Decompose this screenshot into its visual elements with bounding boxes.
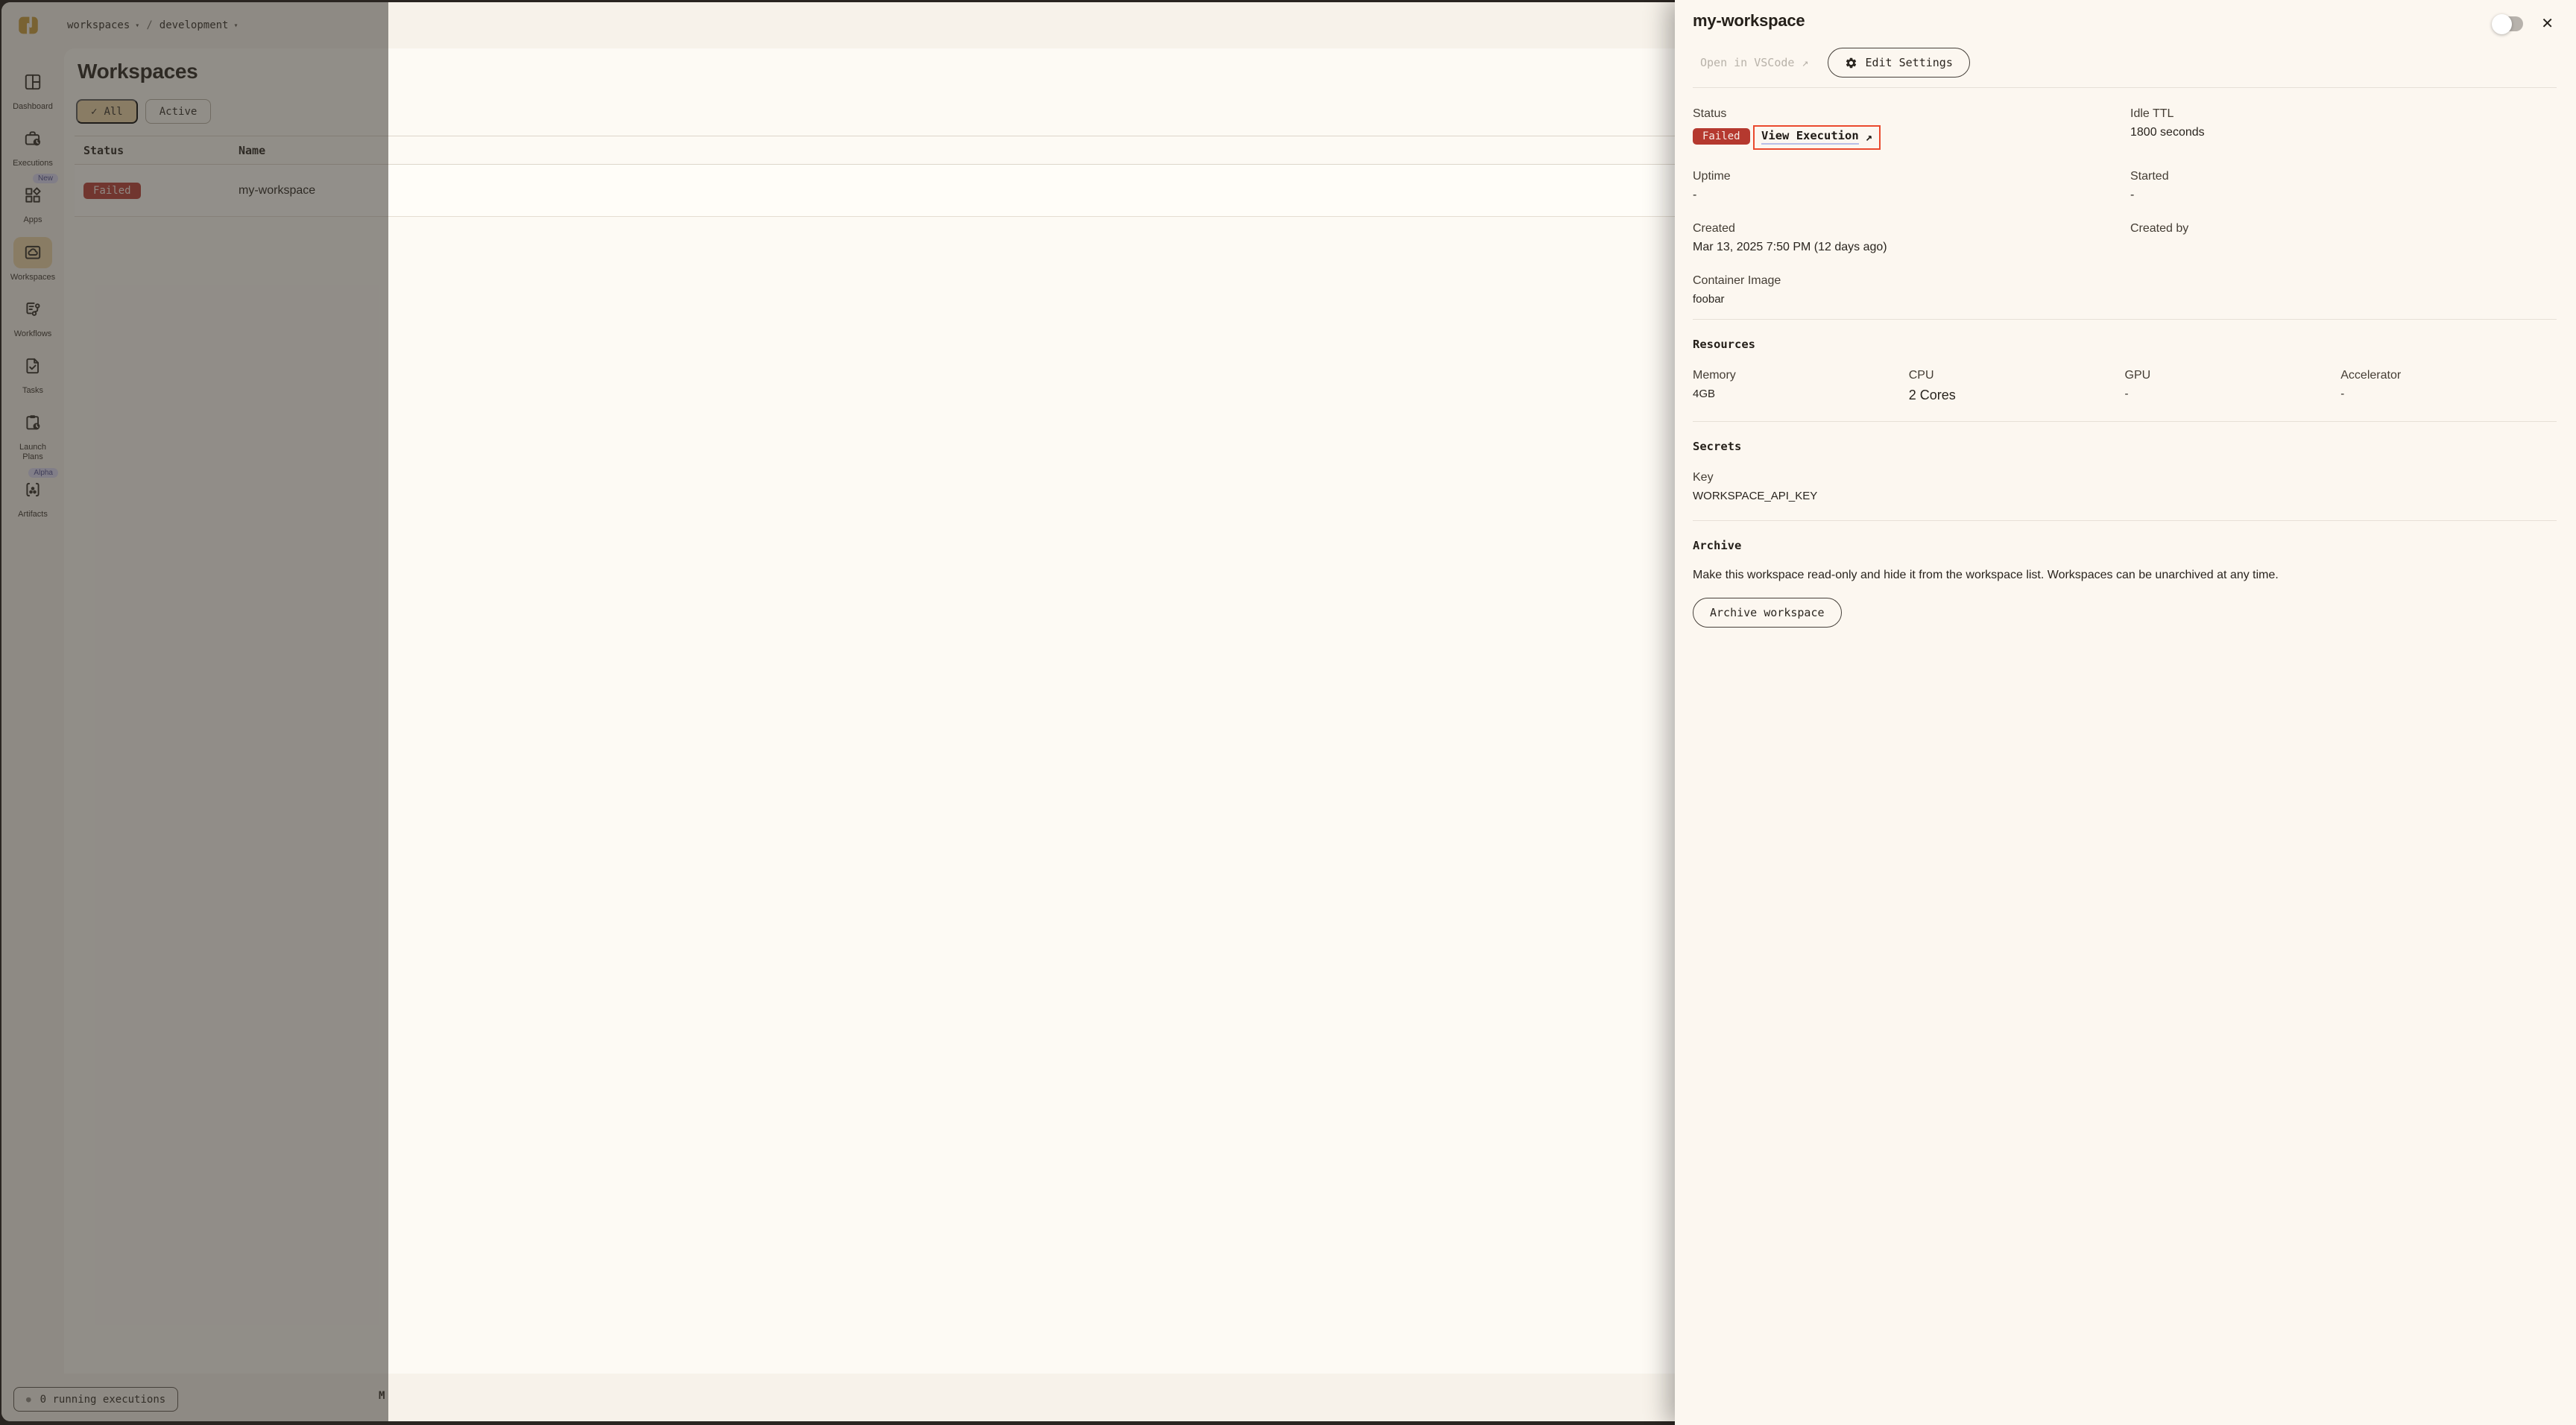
drawer-toggle-switch[interactable] (2495, 16, 2523, 31)
cpu-label: CPU (1909, 369, 2125, 382)
drawer-title: my-workspace (1693, 11, 2557, 31)
toggle-knob (2492, 14, 2512, 34)
created-label: Created (1693, 222, 2130, 236)
archive-workspace-button[interactable]: Archive workspace (1693, 598, 1842, 628)
view-execution-link[interactable]: View Execution ↗ (1761, 129, 1872, 145)
created-by-label: Created by (2130, 222, 2557, 236)
created-value: Mar 13, 2025 7:50 PM (12 days ago) (1693, 241, 2130, 254)
gpu-field: GPU - (2125, 369, 2341, 403)
drawer-header: my-workspace ✕ Open in VSCode ↗ Edit Set… (1693, 0, 2557, 88)
drawer-actions: Open in VSCode ↗ Edit Settings (1693, 48, 2557, 78)
edit-settings-label: Edit Settings (1865, 56, 1952, 69)
container-image-field: Container Image foobar (1693, 274, 2130, 306)
created-field: Created Mar 13, 2025 7:50 PM (12 days ag… (1693, 222, 2130, 254)
container-image-label: Container Image (1693, 274, 2130, 288)
started-label: Started (2130, 170, 2557, 183)
annotation-highlight-box: View Execution ↗ (1753, 125, 1881, 150)
external-link-icon: ↗ (1866, 130, 1872, 144)
status-badge: Failed (1693, 128, 1750, 145)
status-field: Status Failed View Execution ↗ (1693, 107, 2130, 150)
secrets-heading: Secrets (1693, 440, 2557, 453)
view-execution-label: View Execution (1761, 129, 1859, 145)
secret-key-label: Key (1693, 471, 2557, 484)
accelerator-field: Accelerator - (2340, 369, 2557, 403)
container-image-value: foobar (1693, 293, 2130, 306)
memory-value: 4GB (1693, 388, 1909, 400)
drawer-body: Status Failed View Execution ↗ Idle TTL … (1693, 88, 2557, 650)
idle-ttl-label: Idle TTL (2130, 107, 2557, 121)
secret-key-value: WORKSPACE_API_KEY (1693, 490, 2557, 502)
open-in-vscode-label: Open in VSCode (1700, 56, 1794, 69)
cpu-field: CPU 2 Cores (1909, 369, 2125, 403)
modal-dim-overlay[interactable] (1, 2, 388, 1421)
uptime-value: - (1693, 189, 2130, 202)
started-value: - (2130, 189, 2557, 202)
open-in-vscode-link[interactable]: Open in VSCode ↗ (1700, 56, 1808, 69)
close-icon[interactable]: ✕ (2541, 16, 2554, 31)
archive-heading: Archive (1693, 539, 2557, 552)
idle-ttl-field: Idle TTL 1800 seconds (2130, 107, 2557, 150)
uptime-label: Uptime (1693, 170, 2130, 183)
secrets-section: Secrets Key WORKSPACE_API_KEY (1693, 422, 2557, 502)
archive-section: Archive Make this workspace read-only an… (1693, 521, 2557, 650)
accelerator-label: Accelerator (2340, 369, 2557, 382)
cpu-value: 2 Cores (1909, 388, 2125, 403)
memory-field: Memory 4GB (1693, 369, 1909, 403)
external-link-icon: ↗ (1802, 56, 1808, 69)
resources-section: Resources Memory 4GB CPU 2 Cores GPU - A… (1693, 320, 2557, 403)
header-divider (1693, 87, 2557, 88)
edit-settings-button[interactable]: Edit Settings (1828, 48, 1969, 78)
idle-ttl-value: 1800 seconds (2130, 126, 2557, 139)
memory-label: Memory (1693, 369, 1909, 382)
uptime-field: Uptime - (1693, 170, 2130, 202)
accelerator-value: - (2340, 388, 2557, 400)
resources-heading: Resources (1693, 338, 2557, 351)
workspace-detail-drawer: my-workspace ✕ Open in VSCode ↗ Edit Set… (1675, 0, 2576, 1425)
created-by-field: Created by (2130, 222, 2557, 254)
gear-icon (1845, 57, 1857, 69)
archive-description: Make this workspace read-only and hide i… (1693, 569, 2557, 582)
started-field: Started - (2130, 170, 2557, 202)
status-label: Status (1693, 107, 2130, 121)
archive-workspace-label: Archive workspace (1710, 606, 1825, 619)
gpu-value: - (2125, 388, 2341, 400)
gpu-label: GPU (2125, 369, 2341, 382)
